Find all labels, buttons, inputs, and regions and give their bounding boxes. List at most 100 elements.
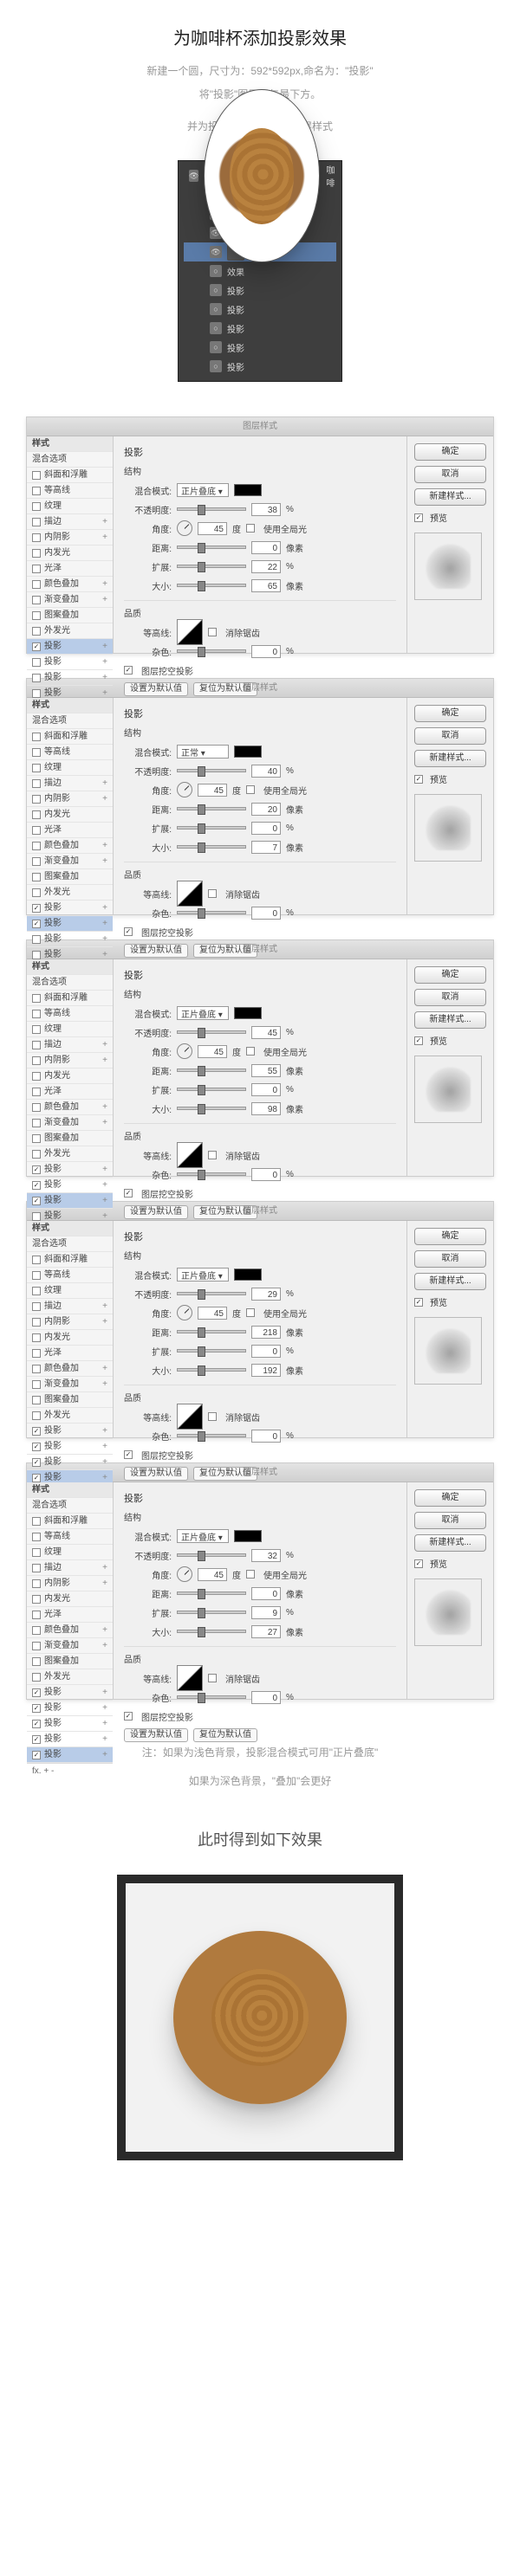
checkbox-icon[interactable] <box>32 565 41 573</box>
style-item[interactable]: 描边+ <box>27 1299 113 1314</box>
plus-icon[interactable]: + <box>102 1560 107 1576</box>
style-item[interactable]: 纹理 <box>27 1545 113 1560</box>
style-item[interactable]: 内发光 <box>27 1330 113 1346</box>
make-default-button[interactable]: 设置为默认值 <box>124 682 188 696</box>
checkbox-icon[interactable] <box>124 1189 133 1198</box>
angle-dial[interactable] <box>177 520 192 536</box>
size-input[interactable]: 192 <box>251 1364 281 1377</box>
distance-slider[interactable] <box>177 546 246 549</box>
checkbox-icon[interactable] <box>32 1704 41 1713</box>
cancel-button[interactable]: 取消 <box>414 466 486 483</box>
spread-input[interactable]: 0 <box>251 1345 281 1358</box>
checkbox-icon[interactable] <box>32 627 41 636</box>
layer-row[interactable]: ○效果 <box>184 261 336 281</box>
style-item-shadow[interactable]: 投影+ <box>27 639 113 655</box>
style-item[interactable]: 外发光 <box>27 1408 113 1424</box>
opacity-slider[interactable] <box>177 1553 246 1557</box>
spread-input[interactable]: 0 <box>251 1083 281 1096</box>
size-slider[interactable] <box>177 1107 246 1110</box>
plus-icon[interactable]: + <box>102 1732 107 1747</box>
checkbox-icon[interactable] <box>32 502 41 511</box>
style-item-shadow[interactable]: 投影+ <box>27 1747 113 1763</box>
style-item[interactable]: 混合选项 <box>27 975 113 991</box>
plus-icon[interactable]: + <box>102 1424 107 1439</box>
checkbox-icon[interactable] <box>32 611 41 620</box>
distance-slider[interactable] <box>177 807 246 810</box>
distance-slider[interactable] <box>177 1330 246 1333</box>
plus-icon[interactable]: + <box>102 1100 107 1115</box>
checkbox-icon[interactable] <box>32 1333 41 1342</box>
size-slider[interactable] <box>177 845 246 849</box>
color-swatch[interactable] <box>234 1269 262 1281</box>
plus-icon[interactable]: + <box>102 1053 107 1068</box>
style-item[interactable]: 内阴影+ <box>27 1314 113 1330</box>
checkbox-icon[interactable] <box>32 1010 41 1018</box>
checkbox-icon[interactable] <box>32 748 41 757</box>
style-item[interactable]: 渐变叠加+ <box>27 854 113 869</box>
new-style-button[interactable]: 新建样式... <box>414 750 486 767</box>
checkbox-icon[interactable] <box>208 1674 217 1682</box>
cancel-button[interactable]: 取消 <box>414 1250 486 1268</box>
checkbox-icon[interactable] <box>32 810 41 819</box>
spread-input[interactable]: 0 <box>251 822 281 835</box>
color-swatch[interactable] <box>234 1530 262 1542</box>
checkbox-icon[interactable] <box>32 1025 41 1034</box>
noise-slider[interactable] <box>177 649 246 653</box>
style-item[interactable]: 渐变叠加+ <box>27 1115 113 1131</box>
style-item[interactable]: 等高线 <box>27 745 113 760</box>
checkbox-icon[interactable] <box>32 920 41 928</box>
layer-row[interactable]: ○投影 <box>184 300 336 319</box>
checkbox-icon[interactable] <box>32 1212 41 1221</box>
checkbox-icon[interactable] <box>32 1533 41 1541</box>
style-item-shadow[interactable]: 投影+ <box>27 670 113 686</box>
checkbox-icon[interactable] <box>32 1474 41 1482</box>
style-item[interactable]: 斜面和浮雕 <box>27 1514 113 1529</box>
style-item[interactable]: 纹理 <box>27 1022 113 1037</box>
opacity-input[interactable]: 38 <box>251 503 281 516</box>
layer-row[interactable]: ○投影 <box>184 281 336 300</box>
size-slider[interactable] <box>177 584 246 587</box>
plus-icon[interactable]: + <box>102 776 107 791</box>
plus-icon[interactable]: + <box>102 791 107 807</box>
checkbox-icon[interactable] <box>32 904 41 913</box>
checkbox-icon[interactable] <box>32 1517 41 1526</box>
size-slider[interactable] <box>177 1630 246 1633</box>
style-item[interactable]: 渐变叠加+ <box>27 1377 113 1392</box>
make-default-button[interactable]: 设置为默认值 <box>124 1205 188 1219</box>
style-item[interactable]: 样式 <box>27 959 113 975</box>
style-item[interactable]: 混合选项 <box>27 1236 113 1252</box>
plus-icon[interactable]: + <box>102 1685 107 1701</box>
angle-input[interactable]: 45 <box>198 1307 227 1320</box>
checkbox-icon[interactable] <box>32 1088 41 1096</box>
checkbox-icon[interactable] <box>32 1548 41 1557</box>
angle-input[interactable]: 45 <box>198 1568 227 1581</box>
checkbox-icon[interactable] <box>32 842 41 850</box>
noise-input[interactable]: 0 <box>251 1168 281 1181</box>
layer-row[interactable]: ○投影 <box>184 357 336 376</box>
checkbox-icon[interactable] <box>32 471 41 480</box>
plus-icon[interactable]: + <box>102 1178 107 1193</box>
distance-input[interactable]: 55 <box>251 1064 281 1077</box>
style-item[interactable]: 颜色叠加+ <box>27 1361 113 1377</box>
checkbox-icon[interactable] <box>32 733 41 741</box>
ok-button[interactable]: 确定 <box>414 705 486 722</box>
checkbox-icon[interactable] <box>208 1151 217 1159</box>
checkbox-icon[interactable] <box>32 1396 41 1404</box>
style-item-shadow[interactable]: 投影+ <box>27 932 113 947</box>
color-swatch[interactable] <box>234 746 262 758</box>
style-item[interactable]: 颜色叠加+ <box>27 838 113 854</box>
plus-icon[interactable]: + <box>102 1162 107 1178</box>
opacity-input[interactable]: 40 <box>251 765 281 778</box>
checkbox-icon[interactable] <box>32 1720 41 1728</box>
checkbox-icon[interactable] <box>32 518 41 526</box>
distance-input[interactable]: 0 <box>251 541 281 554</box>
checkbox-icon[interactable] <box>32 1380 41 1389</box>
plus-icon[interactable]: + <box>102 1716 107 1732</box>
spread-input[interactable]: 22 <box>251 560 281 573</box>
style-item[interactable]: 渐变叠加+ <box>27 592 113 608</box>
style-item[interactable]: 斜面和浮雕 <box>27 468 113 483</box>
style-item[interactable]: 图案叠加 <box>27 1131 113 1146</box>
distance-slider[interactable] <box>177 1068 246 1072</box>
plus-icon[interactable]: + <box>102 592 107 608</box>
opacity-slider[interactable] <box>177 769 246 772</box>
